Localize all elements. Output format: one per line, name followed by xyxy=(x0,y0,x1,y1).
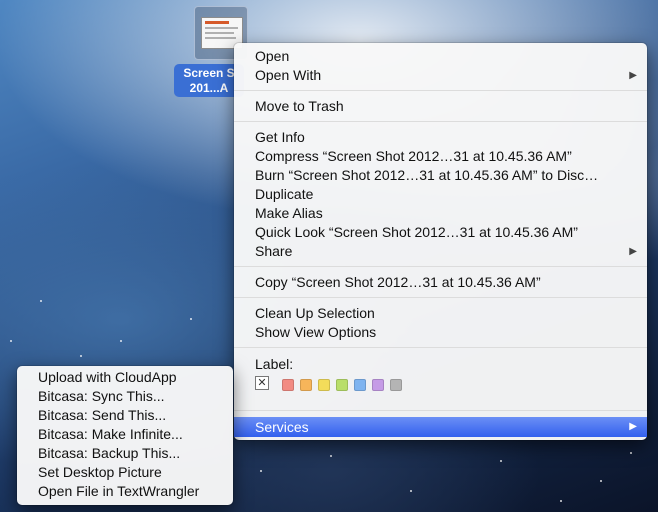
menu-item-duplicate[interactable]: Duplicate xyxy=(234,185,647,204)
submenu-arrow-icon: ▶ xyxy=(629,421,637,432)
menu-separator xyxy=(234,410,647,411)
services-item-open-textwrangler[interactable]: Open File in TextWrangler xyxy=(17,482,233,501)
menu-item-label: Share xyxy=(255,243,293,259)
menu-item-open[interactable]: Open xyxy=(234,47,647,66)
menu-item-label: Bitcasa: Make Infinite... xyxy=(38,426,183,442)
submenu-arrow-icon: ▶ xyxy=(629,70,637,81)
menu-item-open-with[interactable]: Open With ▶ xyxy=(234,66,647,85)
menu-separator xyxy=(234,347,647,348)
menu-item-label: Burn “Screen Shot 2012…31 at 10.45.36 AM… xyxy=(255,167,599,183)
star xyxy=(10,340,12,342)
menu-item-label: Quick Look “Screen Shot 2012…31 at 10.45… xyxy=(255,224,578,240)
star xyxy=(80,355,82,357)
menu-item-copy[interactable]: Copy “Screen Shot 2012…31 at 10.45.36 AM… xyxy=(234,273,647,292)
star xyxy=(190,318,192,320)
menu-separator xyxy=(234,90,647,91)
menu-item-label: Copy “Screen Shot 2012…31 at 10.45.36 AM… xyxy=(255,274,541,290)
menu-item-label: Compress “Screen Shot 2012…31 at 10.45.3… xyxy=(255,148,572,164)
label-swatch-purple[interactable] xyxy=(372,379,384,391)
star xyxy=(560,500,562,502)
menu-item-clean-up-selection[interactable]: Clean Up Selection xyxy=(234,304,647,323)
star xyxy=(630,452,632,454)
menu-item-label: Open With xyxy=(255,67,322,83)
label-swatch-yellow[interactable] xyxy=(318,379,330,391)
services-item-bitcasa-sync[interactable]: Bitcasa: Sync This... xyxy=(17,387,233,406)
label-swatch-gray[interactable] xyxy=(390,379,402,391)
label-swatch-red[interactable] xyxy=(282,379,294,391)
services-item-upload-cloudapp[interactable]: Upload with CloudApp xyxy=(17,368,233,387)
menu-separator xyxy=(234,266,647,267)
menu-item-services[interactable]: Services ▶ xyxy=(234,417,647,437)
menu-item-move-to-trash[interactable]: Move to Trash xyxy=(234,97,647,116)
label-swatch-orange[interactable] xyxy=(300,379,312,391)
menu-item-show-view-options[interactable]: Show View Options xyxy=(234,323,647,342)
menu-item-label: Bitcasa: Sync This... xyxy=(38,388,165,404)
menu-separator xyxy=(234,121,647,122)
services-item-bitcasa-backup[interactable]: Bitcasa: Backup This... xyxy=(17,444,233,463)
services-submenu: Upload with CloudApp Bitcasa: Sync This.… xyxy=(17,366,233,505)
services-item-set-desktop-picture[interactable]: Set Desktop Picture xyxy=(17,463,233,482)
star xyxy=(260,470,262,472)
services-item-bitcasa-send[interactable]: Bitcasa: Send This... xyxy=(17,406,233,425)
star xyxy=(410,490,412,492)
star xyxy=(120,340,122,342)
star xyxy=(40,300,42,302)
menu-item-label: Bitcasa: Send This... xyxy=(38,407,167,423)
menu-separator xyxy=(234,297,647,298)
menu-item-label: Set Desktop Picture xyxy=(38,464,162,480)
menu-item-label: Open File in TextWrangler xyxy=(38,483,200,499)
menu-item-label: Open xyxy=(255,48,290,64)
menu-item-burn[interactable]: Burn “Screen Shot 2012…31 at 10.45.36 AM… xyxy=(234,166,647,185)
services-item-bitcasa-make-infinite[interactable]: Bitcasa: Make Infinite... xyxy=(17,425,233,444)
menu-item-label: Get Info xyxy=(255,129,305,145)
menu-item-get-info[interactable]: Get Info xyxy=(234,128,647,147)
label-none-swatch[interactable]: ✕ xyxy=(255,376,269,390)
finder-context-menu: Open Open With ▶ Move to Trash Get Info … xyxy=(234,43,647,440)
menu-item-label: Clean Up Selection xyxy=(255,305,375,321)
menu-item-make-alias[interactable]: Make Alias xyxy=(234,204,647,223)
menu-item-label: Bitcasa: Backup This... xyxy=(38,445,181,461)
menu-item-label: Move to Trash xyxy=(255,98,344,114)
menu-item-label: Make Alias xyxy=(255,205,323,221)
label-swatch-blue[interactable] xyxy=(354,379,366,391)
label-swatch-green[interactable] xyxy=(336,379,348,391)
star xyxy=(600,480,602,482)
menu-item-label: Services xyxy=(255,419,309,435)
menu-item-quick-look[interactable]: Quick Look “Screen Shot 2012…31 at 10.45… xyxy=(234,223,647,242)
label-heading: Label: xyxy=(255,356,294,372)
menu-item-label: Upload with CloudApp xyxy=(38,369,177,385)
menu-item-label: Duplicate xyxy=(255,186,314,202)
star xyxy=(330,455,332,457)
menu-item-compress[interactable]: Compress “Screen Shot 2012…31 at 10.45.3… xyxy=(234,147,647,166)
submenu-arrow-icon: ▶ xyxy=(629,246,637,257)
star xyxy=(500,460,502,462)
menu-item-label: Show View Options xyxy=(255,324,377,340)
menu-item-share[interactable]: Share ▶ xyxy=(234,242,647,261)
